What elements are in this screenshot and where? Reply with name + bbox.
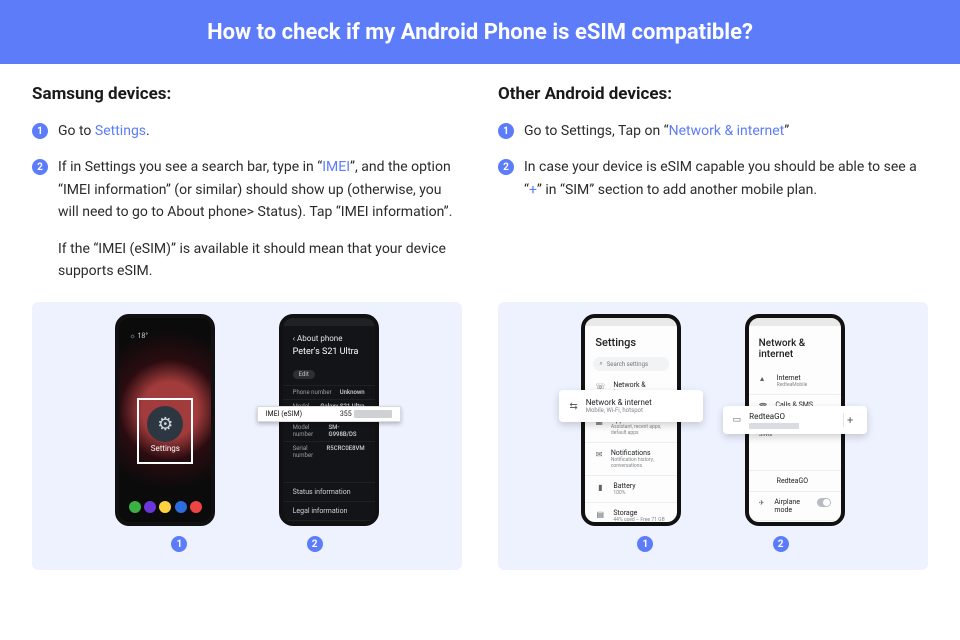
keyword-imei: IMEI bbox=[322, 159, 350, 175]
other-column: Other Android devices: 1 Go to Settings,… bbox=[498, 84, 928, 296]
imei-masked bbox=[354, 410, 392, 418]
text: . bbox=[146, 123, 150, 139]
network-title: Network & internet bbox=[749, 326, 841, 368]
network-item: ▶Hotspot & tetheringOff bbox=[749, 520, 841, 526]
other-steps: 1 Go to Settings, Tap on “Network & inte… bbox=[498, 120, 928, 201]
text: Go to Settings, Tap on “ bbox=[524, 123, 669, 139]
callout-sub: Mobile, Wi-Fi, hotspot bbox=[586, 407, 652, 414]
about-header: ‹ About phone bbox=[283, 326, 375, 347]
text: ” bbox=[784, 123, 789, 139]
text: ” in “SIM” section to add another mobile… bbox=[537, 182, 817, 198]
text: If the “IMEI (eSIM)” is available it sho… bbox=[58, 238, 462, 283]
hero-banner: How to check if my Android Phone is eSIM… bbox=[0, 0, 960, 64]
settings-label: Settings bbox=[139, 444, 191, 453]
other-step-2: 2 In case your device is eSIM capable yo… bbox=[498, 156, 928, 201]
step-text: If in Settings you see a search bar, typ… bbox=[58, 156, 462, 282]
keyword-network: Network & internet bbox=[669, 123, 785, 139]
toggle bbox=[817, 498, 831, 507]
samsung-heading: Samsung devices: bbox=[32, 84, 462, 104]
step-badge: 2 bbox=[32, 159, 48, 175]
samsung-step-1: 1 Go to Settings. bbox=[32, 120, 462, 142]
step-badge: 2 bbox=[498, 159, 514, 175]
samsung-phone-home: ☼ 18° ⚙ Settings bbox=[115, 314, 215, 526]
settings-item: ▤Storage44% used – Free 71 GB bbox=[585, 502, 677, 526]
other-step-1: 1 Go to Settings, Tap on “Network & inte… bbox=[498, 120, 928, 142]
plus-icon: + bbox=[843, 413, 857, 427]
network-internet-callout: ⇆ Network & internet Mobile, Wi-Fi, hots… bbox=[559, 390, 703, 422]
caption-badge: 2 bbox=[773, 536, 789, 552]
masked-line bbox=[749, 423, 799, 429]
settings-item: ▮Battery100% bbox=[585, 475, 677, 502]
about-item: Software information bbox=[283, 520, 375, 526]
samsung-steps: 1 Go to Settings. 2 If in Settings you s… bbox=[32, 120, 462, 282]
step-text: Go to Settings. bbox=[58, 120, 150, 142]
samsung-screenshots: ☼ 18° ⚙ Settings ‹ About phone Peter's S… bbox=[32, 302, 462, 570]
about-item: Status information bbox=[283, 482, 375, 501]
caption-badge: 1 bbox=[637, 536, 653, 552]
caption-badge: 1 bbox=[171, 536, 187, 552]
edit-pill: Edit bbox=[293, 370, 315, 379]
settings-title: Settings bbox=[585, 326, 677, 353]
sim-add-callout: ▭ RedteaGO + bbox=[723, 406, 867, 434]
about-row: Serial numberR5CRC0E8VM bbox=[283, 441, 375, 462]
settings-item: ✉NotificationsNotification history, conv… bbox=[585, 442, 677, 475]
step-badge: 1 bbox=[498, 123, 514, 139]
other-screenshots: Settings ⌕ Search settings ☏Network & in… bbox=[498, 302, 928, 570]
wifi-icon: ⇆ bbox=[569, 401, 577, 412]
about-row: Model numberSM-G998B/DS bbox=[283, 420, 375, 441]
app-dock bbox=[125, 498, 205, 516]
imei-esim-callout: IMEI (eSIM) 355 bbox=[257, 406, 401, 422]
step-badge: 1 bbox=[32, 123, 48, 139]
step-text: In case your device is eSIM capable you … bbox=[524, 156, 928, 201]
samsung-column: Samsung devices: 1 Go to Settings. 2 If … bbox=[32, 84, 462, 296]
keyword-plus: + bbox=[529, 182, 537, 198]
carrier-name: RedteaGO bbox=[749, 412, 799, 421]
search-settings: ⌕ Search settings bbox=[593, 357, 669, 371]
imei-label: IMEI (eSIM) bbox=[266, 410, 302, 418]
weather-widget: ☼ 18° bbox=[129, 332, 148, 340]
step-text: Go to Settings, Tap on “Network & intern… bbox=[524, 120, 789, 142]
content-columns: Samsung devices: 1 Go to Settings. 2 If … bbox=[0, 64, 960, 296]
keyword-settings: Settings bbox=[95, 123, 146, 139]
network-item: RedteaGO bbox=[749, 470, 841, 491]
sim-icon: ▭ bbox=[733, 415, 742, 425]
samsung-step-2: 2 If in Settings you see a search bar, t… bbox=[32, 156, 462, 282]
about-item: Legal information bbox=[283, 501, 375, 520]
caption-badge: 2 bbox=[307, 536, 323, 552]
page-title: How to check if my Android Phone is eSIM… bbox=[207, 20, 753, 45]
about-row: Phone numberUnknown bbox=[283, 385, 375, 399]
network-item: ✈Airplane mode bbox=[749, 491, 841, 520]
callout-title: Network & internet bbox=[586, 398, 652, 407]
other-heading: Other Android devices: bbox=[498, 84, 928, 104]
settings-app-highlight: ⚙ Settings bbox=[137, 398, 193, 464]
text: Go to bbox=[58, 123, 95, 139]
gear-icon: ⚙ bbox=[147, 406, 183, 442]
network-item: ▲InternetRedteaMobile bbox=[749, 368, 841, 394]
device-title: Peter's S21 Ultra bbox=[283, 347, 375, 361]
screenshot-row: ☼ 18° ⚙ Settings ‹ About phone Peter's S… bbox=[0, 302, 960, 570]
search-icon: ⌕ bbox=[599, 360, 602, 368]
imei-prefix: 355 bbox=[340, 410, 352, 418]
search-placeholder: Search settings bbox=[607, 361, 648, 368]
text: If in Settings you see a search bar, typ… bbox=[58, 159, 322, 175]
